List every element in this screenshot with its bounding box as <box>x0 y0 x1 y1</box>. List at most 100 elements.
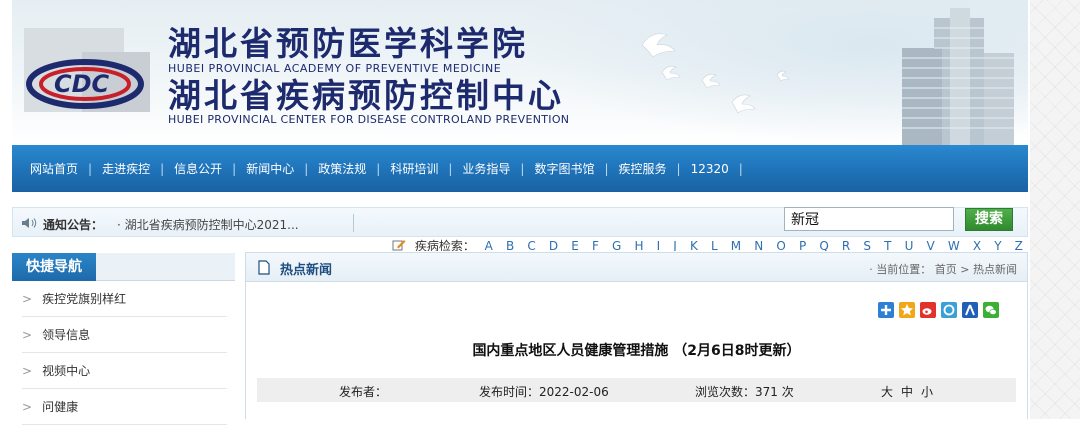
nav-item-info-disclosure[interactable]: 信息公开 <box>174 160 222 177</box>
nav-separator: | <box>88 161 93 176</box>
disease-letter-c[interactable]: C <box>527 239 535 251</box>
nav-separator: | <box>376 161 381 176</box>
disease-letter-o[interactable]: O <box>776 239 785 251</box>
share-star-icon[interactable] <box>899 302 915 318</box>
disease-letter-v[interactable]: V <box>927 239 935 251</box>
disease-letter-b[interactable]: B <box>506 239 514 251</box>
disease-letter-s[interactable]: S <box>863 239 871 251</box>
disease-letter-h[interactable]: H <box>634 239 643 251</box>
disease-letter-k[interactable]: K <box>690 239 698 251</box>
search-input[interactable] <box>784 207 954 231</box>
cdc-logo-icon: CDC <box>26 59 144 109</box>
disease-letter-a[interactable]: A <box>485 239 493 251</box>
share-wechat-icon[interactable] <box>983 302 999 318</box>
notice-divider <box>353 214 354 232</box>
disease-letter-p[interactable]: P <box>799 239 806 251</box>
nav-separator: | <box>604 161 609 176</box>
disease-letter-m[interactable]: M <box>731 239 741 251</box>
nav-separator: | <box>520 161 525 176</box>
search-button[interactable]: 搜索 <box>965 208 1013 231</box>
disease-letter-y[interactable]: Y <box>994 239 1001 251</box>
view-count: 浏览次数：371 次 <box>695 385 794 399</box>
share-weibo-icon[interactable] <box>920 302 936 318</box>
disease-letter-l[interactable]: L <box>711 239 718 251</box>
nav-item-news[interactable]: 新闻中心 <box>246 160 294 177</box>
chevron-right-icon: > <box>22 364 33 378</box>
breadcrumb-current[interactable]: 热点新闻 <box>973 263 1017 276</box>
sidebar-item-leadership[interactable]: > 领导信息 <box>22 317 227 353</box>
share-toolbar <box>878 302 999 318</box>
share-plus-icon[interactable] <box>878 302 894 318</box>
publish-time: 发布时间：2022-02-06 <box>479 385 609 399</box>
breadcrumb-separator: > <box>960 263 970 276</box>
sidebar-header: 快捷导航 <box>12 253 235 281</box>
article-meta-bar: 发布者： 发布时间：2022-02-06 浏览次数：371 次 大 中 小 <box>257 378 1016 402</box>
nav-item-hotline[interactable]: 12320 <box>691 162 729 176</box>
chevron-right-icon: > <box>22 400 33 414</box>
disease-letter-g[interactable]: G <box>612 239 621 251</box>
speaker-icon <box>22 218 37 228</box>
building-illustration-icon <box>902 8 1014 145</box>
section-title: 热点新闻 <box>280 263 333 278</box>
sidebar-item-label: 疾控党旗别样红 <box>42 292 127 306</box>
edit-pen-icon <box>392 240 406 251</box>
disease-search-label: 疾病检索： <box>414 239 475 251</box>
document-icon <box>258 260 270 275</box>
breadcrumb-prefix: · 当前位置： <box>869 263 932 276</box>
disease-letter-z[interactable]: Z <box>1015 239 1023 251</box>
sidebar-item-party[interactable]: > 疾控党旗别样红 <box>22 281 227 317</box>
font-size-medium[interactable]: 中 <box>901 383 913 400</box>
disease-letter-u[interactable]: U <box>905 239 914 251</box>
org-title-cn-primary: 湖北省预防医学科学院 <box>168 24 528 63</box>
font-size-large[interactable]: 大 <box>881 383 893 400</box>
nav-item-research[interactable]: 科研培训 <box>390 160 438 177</box>
disease-letter-j[interactable]: J <box>673 239 677 251</box>
disease-letter-w[interactable]: W <box>948 239 960 251</box>
disease-letter-q[interactable]: Q <box>819 239 828 251</box>
share-renren-icon[interactable] <box>962 302 978 318</box>
chevron-right-icon: > <box>22 328 33 342</box>
sidebar-item-label: 视频中心 <box>42 364 91 378</box>
nav-item-home[interactable]: 网站首页 <box>30 160 78 177</box>
sidebar-item-health-qa[interactable]: > 问健康 <box>22 389 227 425</box>
site-header-banner: CDC 湖北省预防医学科学院 HUBEI PROVINCIAL ACADEMY … <box>12 0 1028 145</box>
svg-text:CDC: CDC <box>54 70 110 98</box>
org-title-cn-secondary: 湖北省疾病预防控制中心 <box>168 76 564 115</box>
main-nav-bar: 网站首页 | 走进疾控 | 信息公开 | 新闻中心 | 政策法规 | 科研培训 … <box>12 145 1028 192</box>
notice-link[interactable]: · 湖北省疾病预防控制中心2021... <box>117 216 299 233</box>
disease-letter-x[interactable]: X <box>973 239 981 251</box>
page-background-pattern <box>1030 0 1080 419</box>
nav-item-library[interactable]: 数字图书馆 <box>534 160 594 177</box>
chevron-right-icon: > <box>22 292 33 306</box>
publisher-label: 发布者： <box>339 385 388 399</box>
nav-item-guidance[interactable]: 业务指导 <box>462 160 510 177</box>
disease-letter-f[interactable]: F <box>592 239 599 251</box>
nav-item-policy[interactable]: 政策法规 <box>318 160 366 177</box>
disease-letter-d[interactable]: D <box>549 239 558 251</box>
breadcrumb-home-link[interactable]: 首页 <box>935 263 957 276</box>
doves-decoration-icon <box>641 33 790 114</box>
sidebar-item-label: 问健康 <box>42 400 79 414</box>
org-title-en-secondary: HUBEI PROVINCIAL CENTER FOR DISEASE CONT… <box>168 113 570 126</box>
org-title-en-primary: HUBEI PROVINCIAL ACADEMY OF PREVENTIVE M… <box>168 62 502 75</box>
sidebar-item-label: 领导信息 <box>42 328 91 342</box>
share-qzone-icon[interactable] <box>941 302 957 318</box>
disease-letter-i[interactable]: I <box>657 239 661 251</box>
disease-index-bar: 疾病检索： A B C D E F G H I J K L M N O P Q … <box>392 237 1032 251</box>
nav-separator: | <box>676 161 681 176</box>
nav-item-about[interactable]: 走进疾控 <box>102 160 150 177</box>
disease-letter-n[interactable]: N <box>754 239 763 251</box>
content-header: 热点新闻 · 当前位置： 首页 > 热点新闻 <box>245 252 1028 282</box>
disease-letter-e[interactable]: E <box>571 239 579 251</box>
sidebar-item-video[interactable]: > 视频中心 <box>22 353 227 389</box>
disease-letter-t[interactable]: T <box>884 239 891 251</box>
disease-letter-r[interactable]: R <box>842 239 850 251</box>
nav-separator: | <box>738 161 743 176</box>
nav-separator: | <box>160 161 165 176</box>
breadcrumb: · 当前位置： 首页 > 热点新闻 <box>869 261 1017 277</box>
notice-label: 通知公告： <box>43 218 104 232</box>
font-size-small[interactable]: 小 <box>921 383 933 400</box>
article-title: 国内重点地区人员健康管理措施 （2月6日8时更新） <box>472 343 801 359</box>
nav-separator: | <box>448 161 453 176</box>
nav-item-services[interactable]: 疾控服务 <box>619 160 667 177</box>
